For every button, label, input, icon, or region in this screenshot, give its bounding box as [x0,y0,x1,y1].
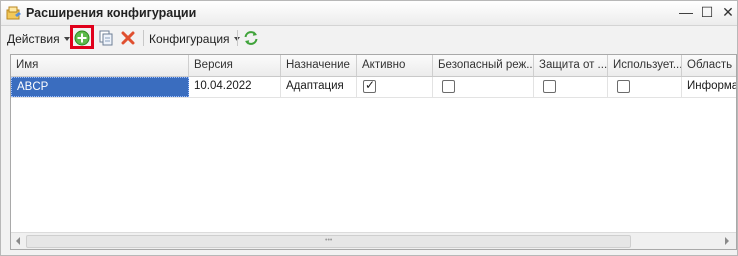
extensions-table: Имя Версия Назначение Активно Безопасный… [10,54,737,250]
refresh-icon[interactable] [242,29,260,47]
grip-icon: ••• [325,237,333,244]
window-title: Расширения конфигурации [26,6,197,20]
close-icon[interactable]: ✕ [720,4,736,20]
checkmark-icon: ✓ [365,78,376,92]
column-header-active[interactable]: Активно [357,55,433,76]
title-bar: Расширения конфигурации — ☐ ✕ [1,1,737,26]
cell-safe-mode [433,77,534,97]
column-header-name[interactable]: Имя [11,55,189,76]
cell-scope[interactable]: Информа [682,77,736,97]
cell-purpose[interactable]: Адаптация [281,77,357,97]
cell-version[interactable]: 10.04.2022 [189,77,281,97]
delete-x-icon[interactable] [119,29,137,47]
actions-menu[interactable]: Действия [7,32,70,46]
protection-checkbox[interactable] [543,80,556,93]
maximize-icon[interactable]: ☐ [699,4,715,20]
scrollbar-thumb[interactable]: ••• [26,235,631,248]
toolbar-separator [237,30,238,46]
toolbar: Действия Конфигурация [1,26,737,50]
column-header-safe-mode[interactable]: Безопасный реж... [433,55,534,76]
configuration-menu[interactable]: Конфигурация [149,32,240,46]
cell-active: ✓ [357,77,433,97]
copy-icon[interactable] [97,29,115,47]
extensions-window: Расширения конфигурации — ☐ ✕ Действия К… [0,0,738,256]
column-header-purpose[interactable]: Назначение [281,55,357,76]
cell-protection [534,77,608,97]
minimize-icon[interactable]: — [678,4,694,20]
table-row[interactable]: ABCP 10.04.2022 Адаптация ✓ Информа [11,77,736,98]
active-checkbox[interactable]: ✓ [363,78,376,93]
column-header-version[interactable]: Версия [189,55,281,76]
actions-label: Действия [7,32,60,46]
configuration-label: Конфигурация [149,32,230,46]
toolbar-separator [143,30,144,46]
column-header-protection[interactable]: Защита от ... [534,55,608,76]
extensions-config-icon [6,6,21,20]
horizontal-scrollbar[interactable]: ••• [11,232,736,249]
safe-mode-checkbox[interactable] [442,80,455,93]
cell-name[interactable]: ABCP [11,77,189,97]
table-header: Имя Версия Назначение Активно Безопасный… [11,55,736,77]
column-header-scope[interactable]: Область ... [682,55,736,76]
cell-uses [608,77,682,97]
add-button-highlight [70,25,94,49]
chevron-down-icon [63,36,70,41]
scroll-right-icon[interactable] [725,237,729,245]
scroll-left-icon[interactable] [16,237,20,245]
column-header-uses[interactable]: Использует... [608,55,682,76]
uses-checkbox[interactable] [617,80,630,93]
